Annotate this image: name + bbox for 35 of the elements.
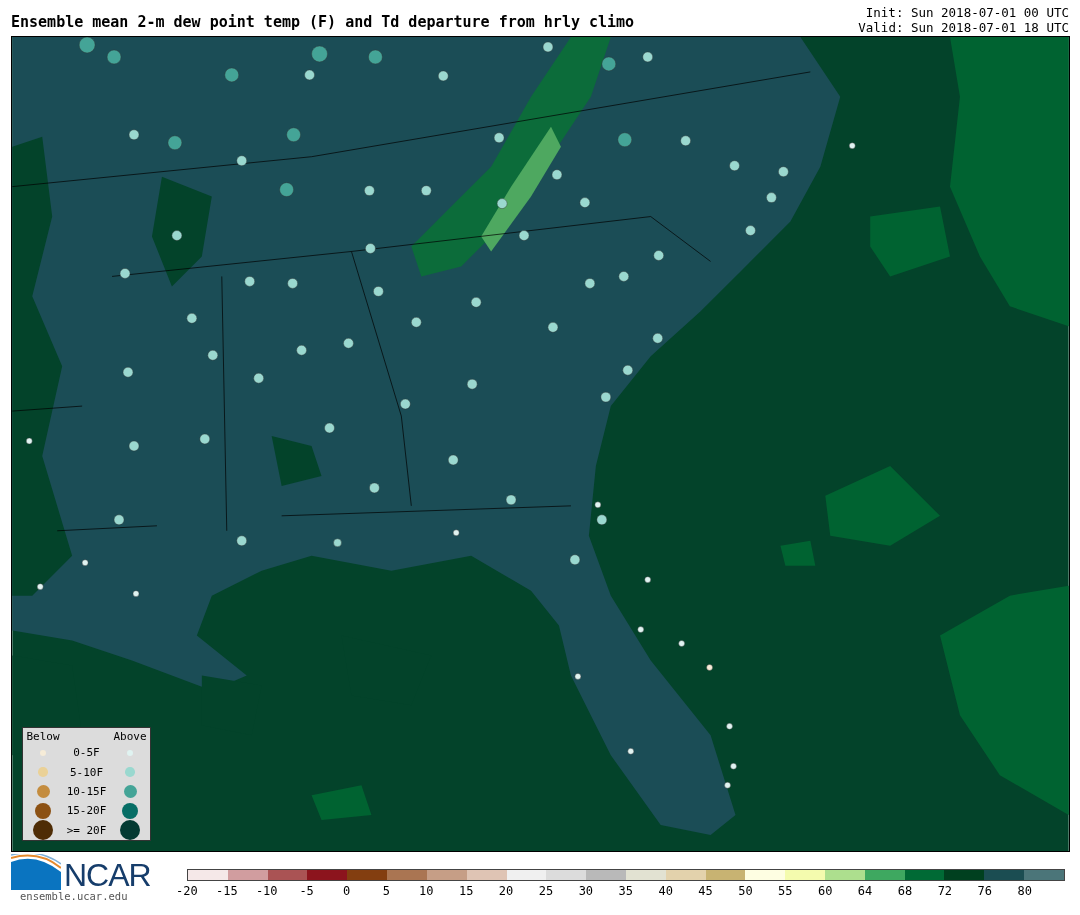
tick-label: 15 (457, 884, 475, 898)
tick-label: -5 (298, 884, 315, 898)
logo-text: NCAR (64, 860, 151, 890)
tick-label: 72 (936, 884, 954, 898)
tick-label: 5 (381, 884, 391, 898)
legend-heading: Below (26, 730, 60, 743)
tick-label: -20 (175, 884, 199, 898)
tick-label: 45 (697, 884, 714, 898)
tick-label: 10 (418, 884, 435, 898)
tick-label: 50 (737, 884, 754, 898)
tick-label: 0 (341, 884, 352, 898)
legend-label: 0-5F (73, 746, 100, 760)
swoosh-icon (11, 854, 61, 890)
tick-label: 40 (657, 884, 674, 898)
legend-label: 10-15F (66, 784, 107, 798)
tick-label: 25 (537, 884, 555, 898)
logo-url: ensemble.ucar.edu (19, 890, 129, 902)
tick-label: 76 (976, 884, 993, 898)
legend-heading: Above (113, 730, 147, 743)
valid-time: Valid: Sun 2018-07-01 18 UTC (858, 20, 1069, 35)
tick-label: 60 (816, 884, 834, 898)
tick-label: 64 (856, 884, 874, 898)
tick-label: 20 (497, 884, 515, 898)
tick-label: -15 (215, 884, 239, 898)
tick-label: 80 (1016, 884, 1033, 898)
tick-label: -10 (254, 884, 279, 898)
tick-label: 55 (777, 884, 794, 898)
chart-title: Ensemble mean 2-m dew point temp (F) and Td departure from hrly climo (11, 13, 635, 33)
init-time: Init: Sun 2018-07-01 00 UTC (864, 5, 1069, 20)
legend-label: 15-20F (66, 804, 107, 818)
tick-label: 35 (617, 884, 634, 898)
tick-label: 30 (577, 884, 595, 898)
legend-label: 5-10F (69, 765, 104, 779)
legend-label: >= 20F (66, 823, 107, 837)
tick-label: 68 (896, 884, 914, 898)
